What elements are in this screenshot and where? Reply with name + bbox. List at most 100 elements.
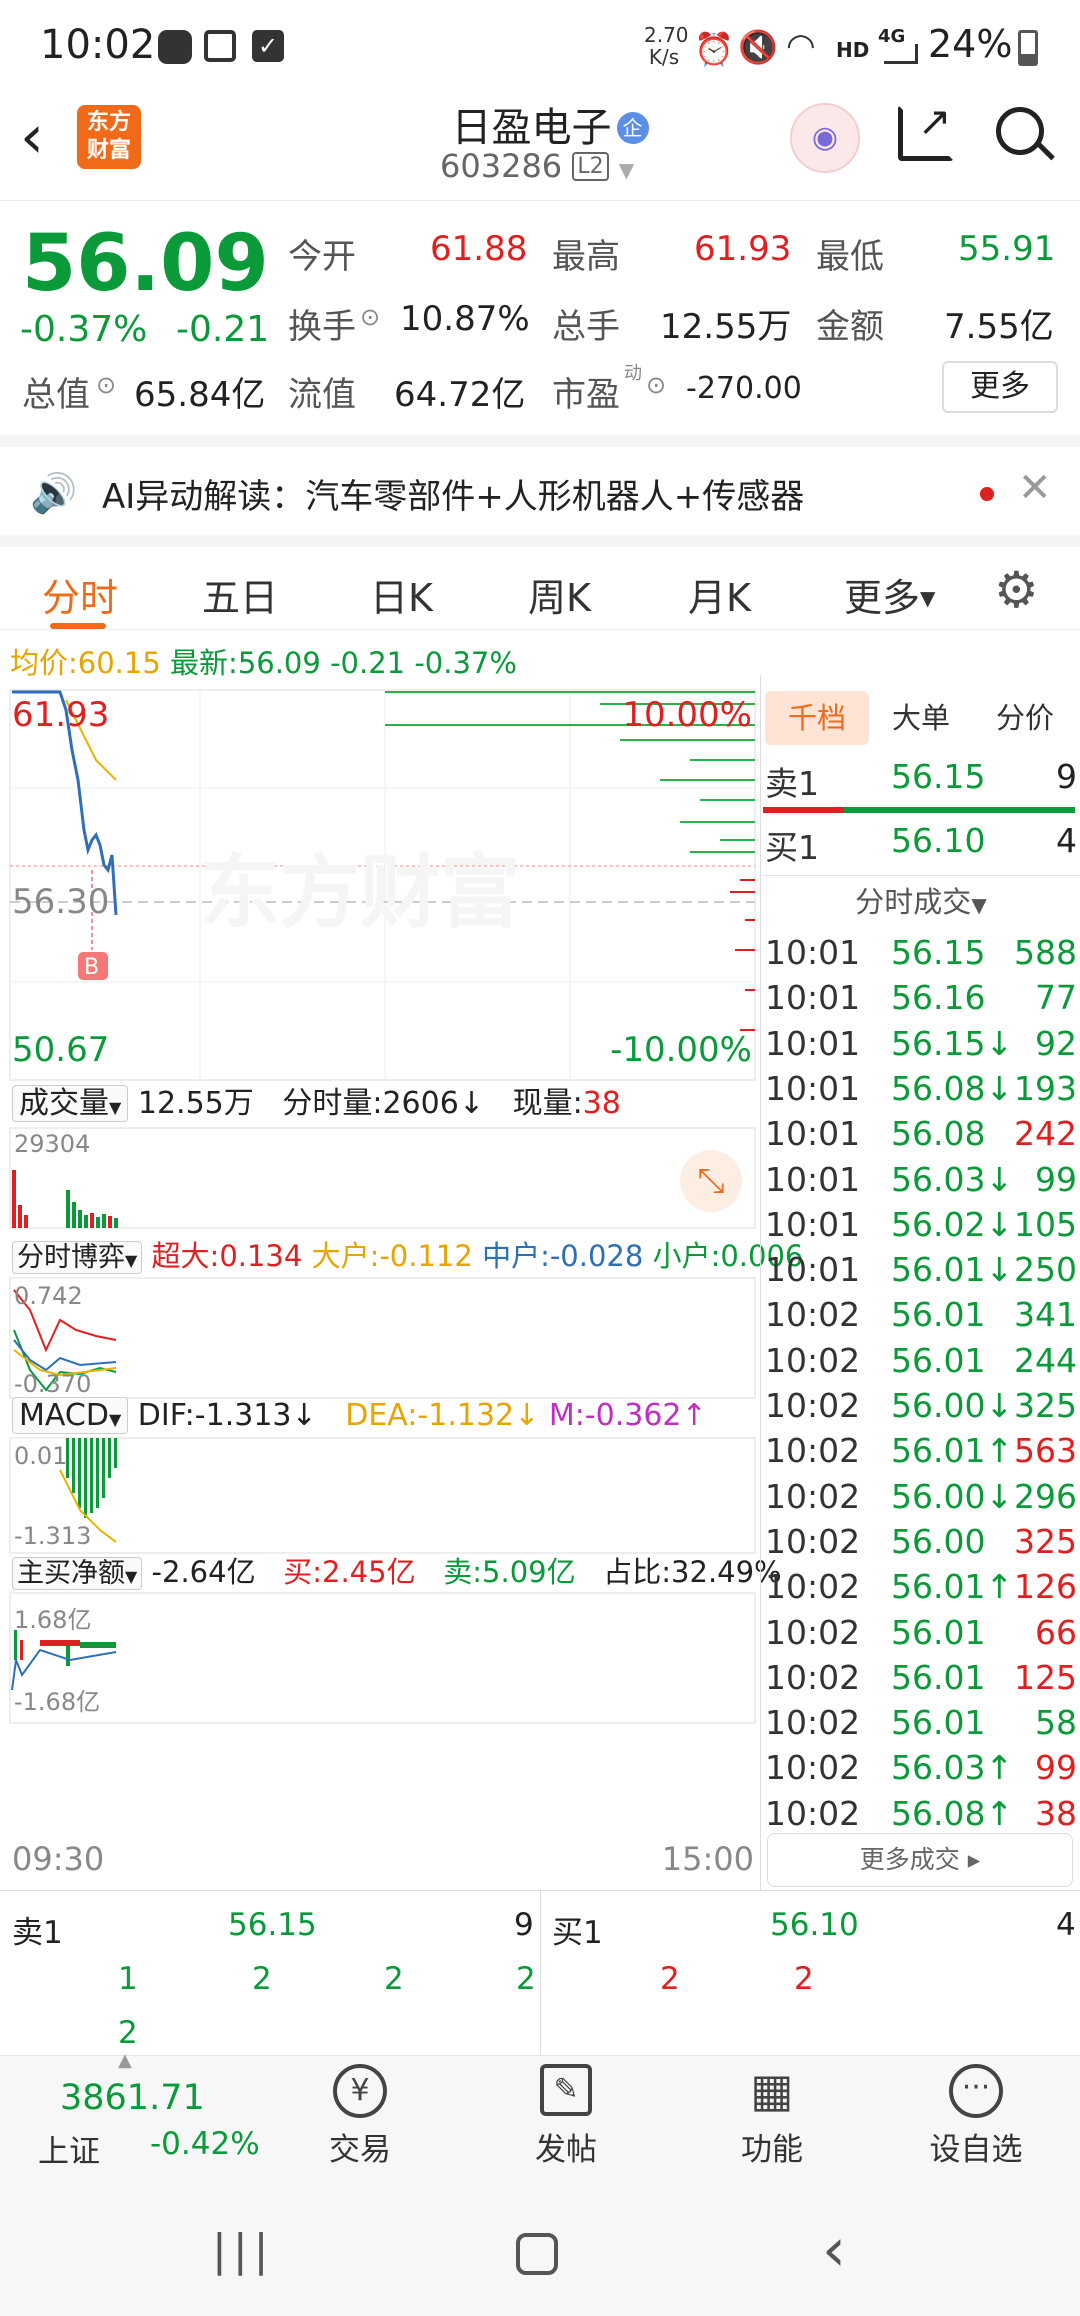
home-icon[interactable]: [516, 2233, 558, 2275]
trade-row: 10:01 56.01↓ 250: [765, 1250, 1077, 1295]
tab-week-k[interactable]: 周K: [528, 567, 591, 622]
mute-icon: 🔇: [738, 28, 778, 66]
quote-panel: 56.09 -0.37% -0.21 今开 61.88 最高 61.93 最低 …: [0, 200, 1080, 435]
trade-price: 56.02↓: [891, 1204, 1014, 1244]
intraday-chart[interactable]: 均价:60.15 最新:56.09 -0.21 -0.37% 东方财富 B 61…: [0, 630, 803, 1890]
ask-queue-order: 2: [118, 2015, 138, 2051]
tab-more[interactable]: 更多▼: [844, 567, 935, 622]
trade-row: 10:01 56.02↓ 105: [765, 1205, 1077, 1250]
macd-indicator-select[interactable]: MACD▼: [12, 1397, 129, 1434]
queue-ask1-price: 56.15: [228, 1907, 317, 1943]
float-label: 流值: [288, 375, 356, 415]
logo-line2: 财富: [86, 138, 131, 163]
down-arrow-icon: ↓: [514, 1398, 540, 1433]
assistant-avatar[interactable]: ◉: [790, 103, 860, 173]
trade-price: 56.01↓: [891, 1250, 1014, 1290]
high-label: 最高: [552, 237, 620, 277]
dropdown-icon: ▼: [109, 1098, 122, 1117]
bid1-volume: 4: [1056, 821, 1077, 860]
trade-time: 10:01: [765, 1204, 861, 1244]
time-start-label: 09:30: [12, 1840, 105, 1878]
expand-icon[interactable]: ⤡: [680, 1150, 742, 1212]
trade-price: 56.00: [891, 1521, 986, 1561]
tab-five-day[interactable]: 五日: [202, 567, 278, 622]
sell-value: 5.09亿: [482, 1555, 576, 1589]
recent-apps-icon[interactable]: |||: [212, 2225, 274, 2276]
trade-row: 10:01 56.16 77: [765, 978, 1077, 1023]
tab-big-orders[interactable]: 大单: [869, 691, 973, 745]
stock-code: 603286: [440, 147, 563, 185]
dropdown-icon[interactable]: ▼: [619, 158, 634, 182]
trade-volume: 588: [1014, 933, 1077, 972]
close-icon[interactable]: ✕: [1018, 465, 1052, 511]
time-end-label: 15:00: [661, 1840, 754, 1878]
trade-price: 56.01: [891, 1657, 986, 1697]
volume-label: 总手: [552, 307, 620, 347]
change-amount: -0.21: [176, 309, 270, 350]
volume-indicator-select[interactable]: 成交量▼: [12, 1085, 129, 1122]
bid1-label: 买1: [765, 828, 819, 867]
tab-depth[interactable]: 千档: [765, 691, 869, 745]
net-speed-unit: K/s: [648, 45, 680, 69]
netbuy-bars: [14, 1630, 116, 1666]
trade-time: 10:02: [765, 1431, 861, 1471]
dropdown-icon: ▼: [920, 586, 936, 610]
back-nav-icon[interactable]: ‹: [822, 2215, 846, 2285]
trade-volume: 66: [1035, 1612, 1077, 1652]
info-icon[interactable]: ⊙: [646, 371, 666, 399]
change-percent: -0.37%: [20, 309, 148, 350]
ask1-volume: 9: [1056, 757, 1077, 796]
trade-list-header[interactable]: 分时成交▼: [761, 877, 1080, 930]
trade-volume: 105: [1014, 1204, 1077, 1244]
trade-time: 10:01: [765, 978, 861, 1018]
trade-price: 56.08↓: [891, 1068, 1014, 1108]
active-tab-indicator: [50, 623, 106, 629]
wifi-icon: ◠: [786, 26, 816, 66]
ask-queue-order: 2: [516, 1961, 536, 1997]
tab-intraday[interactable]: 分时: [42, 567, 118, 622]
bid-queue-order: 2: [660, 1961, 680, 1997]
speaker-icon: 🔊: [30, 471, 78, 515]
price-mid-label: 56.30: [12, 882, 110, 922]
gallery-icon: [204, 30, 236, 62]
ai-insight-text: AI异动解读：汽车零部件+人形机器人+传感器: [102, 477, 805, 517]
functions-button[interactable]: ▦ 功能: [712, 2064, 832, 2169]
trade-time: 10:02: [765, 1340, 861, 1380]
tab-price-dist[interactable]: 分价: [973, 691, 1077, 745]
trade-price: 56.01: [891, 1612, 986, 1652]
settings-gear-icon[interactable]: ⚙: [994, 561, 1039, 619]
trade-price: 56.16: [891, 978, 986, 1018]
dif-value: DIF:-1.313: [137, 1398, 292, 1433]
trade-label: 交易: [329, 2132, 391, 2168]
tab-month-k[interactable]: 月K: [688, 567, 751, 622]
trade-volume: 99: [1035, 1748, 1077, 1788]
info-icon[interactable]: ⊙: [360, 303, 380, 331]
more-button[interactable]: 更多: [942, 361, 1058, 413]
tab-day-k[interactable]: 日K: [370, 567, 433, 622]
trade-time: 10:02: [765, 1703, 861, 1743]
down-arrow-icon: ↓: [458, 1086, 484, 1121]
add-watchlist-button[interactable]: ··· 设自选: [916, 2064, 1036, 2169]
index-ticker[interactable]: 3861.71 上证 -0.42%: [0, 2056, 290, 2182]
post-button[interactable]: ✎ 发帖: [506, 2064, 626, 2169]
back-icon[interactable]: ‹: [20, 107, 44, 167]
trade-row: 10:02 56.00↓ 296: [765, 1477, 1077, 1522]
trade-time: 10:02: [765, 1567, 861, 1607]
trade-volume: 58: [1035, 1703, 1077, 1743]
sell-label: 卖:: [443, 1555, 483, 1589]
level2-badge[interactable]: L2: [572, 152, 609, 181]
mid-value: -0.028: [549, 1239, 644, 1273]
more-trades-button[interactable]: 更多成交 ▸: [767, 1833, 1073, 1887]
open-label: 今开: [288, 237, 356, 277]
trade-button[interactable]: ¥ 交易: [300, 2064, 420, 2169]
mid-label: 中户:: [482, 1239, 550, 1273]
search-icon[interactable]: [996, 107, 1044, 155]
game-indicator-select[interactable]: 分时博弈▼: [12, 1241, 143, 1274]
ai-insight-bar[interactable]: 🔊 AI异动解读：汽车零部件+人形机器人+传感器 ✕: [0, 435, 1080, 535]
chart-tabs: 分时 五日 日K 周K 月K 更多▼ ⚙: [0, 535, 1080, 630]
info-icon[interactable]: ⊙: [96, 371, 116, 399]
netbuy-indicator-select[interactable]: 主买净额▼: [12, 1557, 143, 1590]
trade-time: 10:02: [765, 1657, 861, 1697]
trade-row: 10:01 56.08↓ 193: [765, 1069, 1077, 1114]
trade-row: 10:01 56.08 242: [765, 1114, 1077, 1159]
